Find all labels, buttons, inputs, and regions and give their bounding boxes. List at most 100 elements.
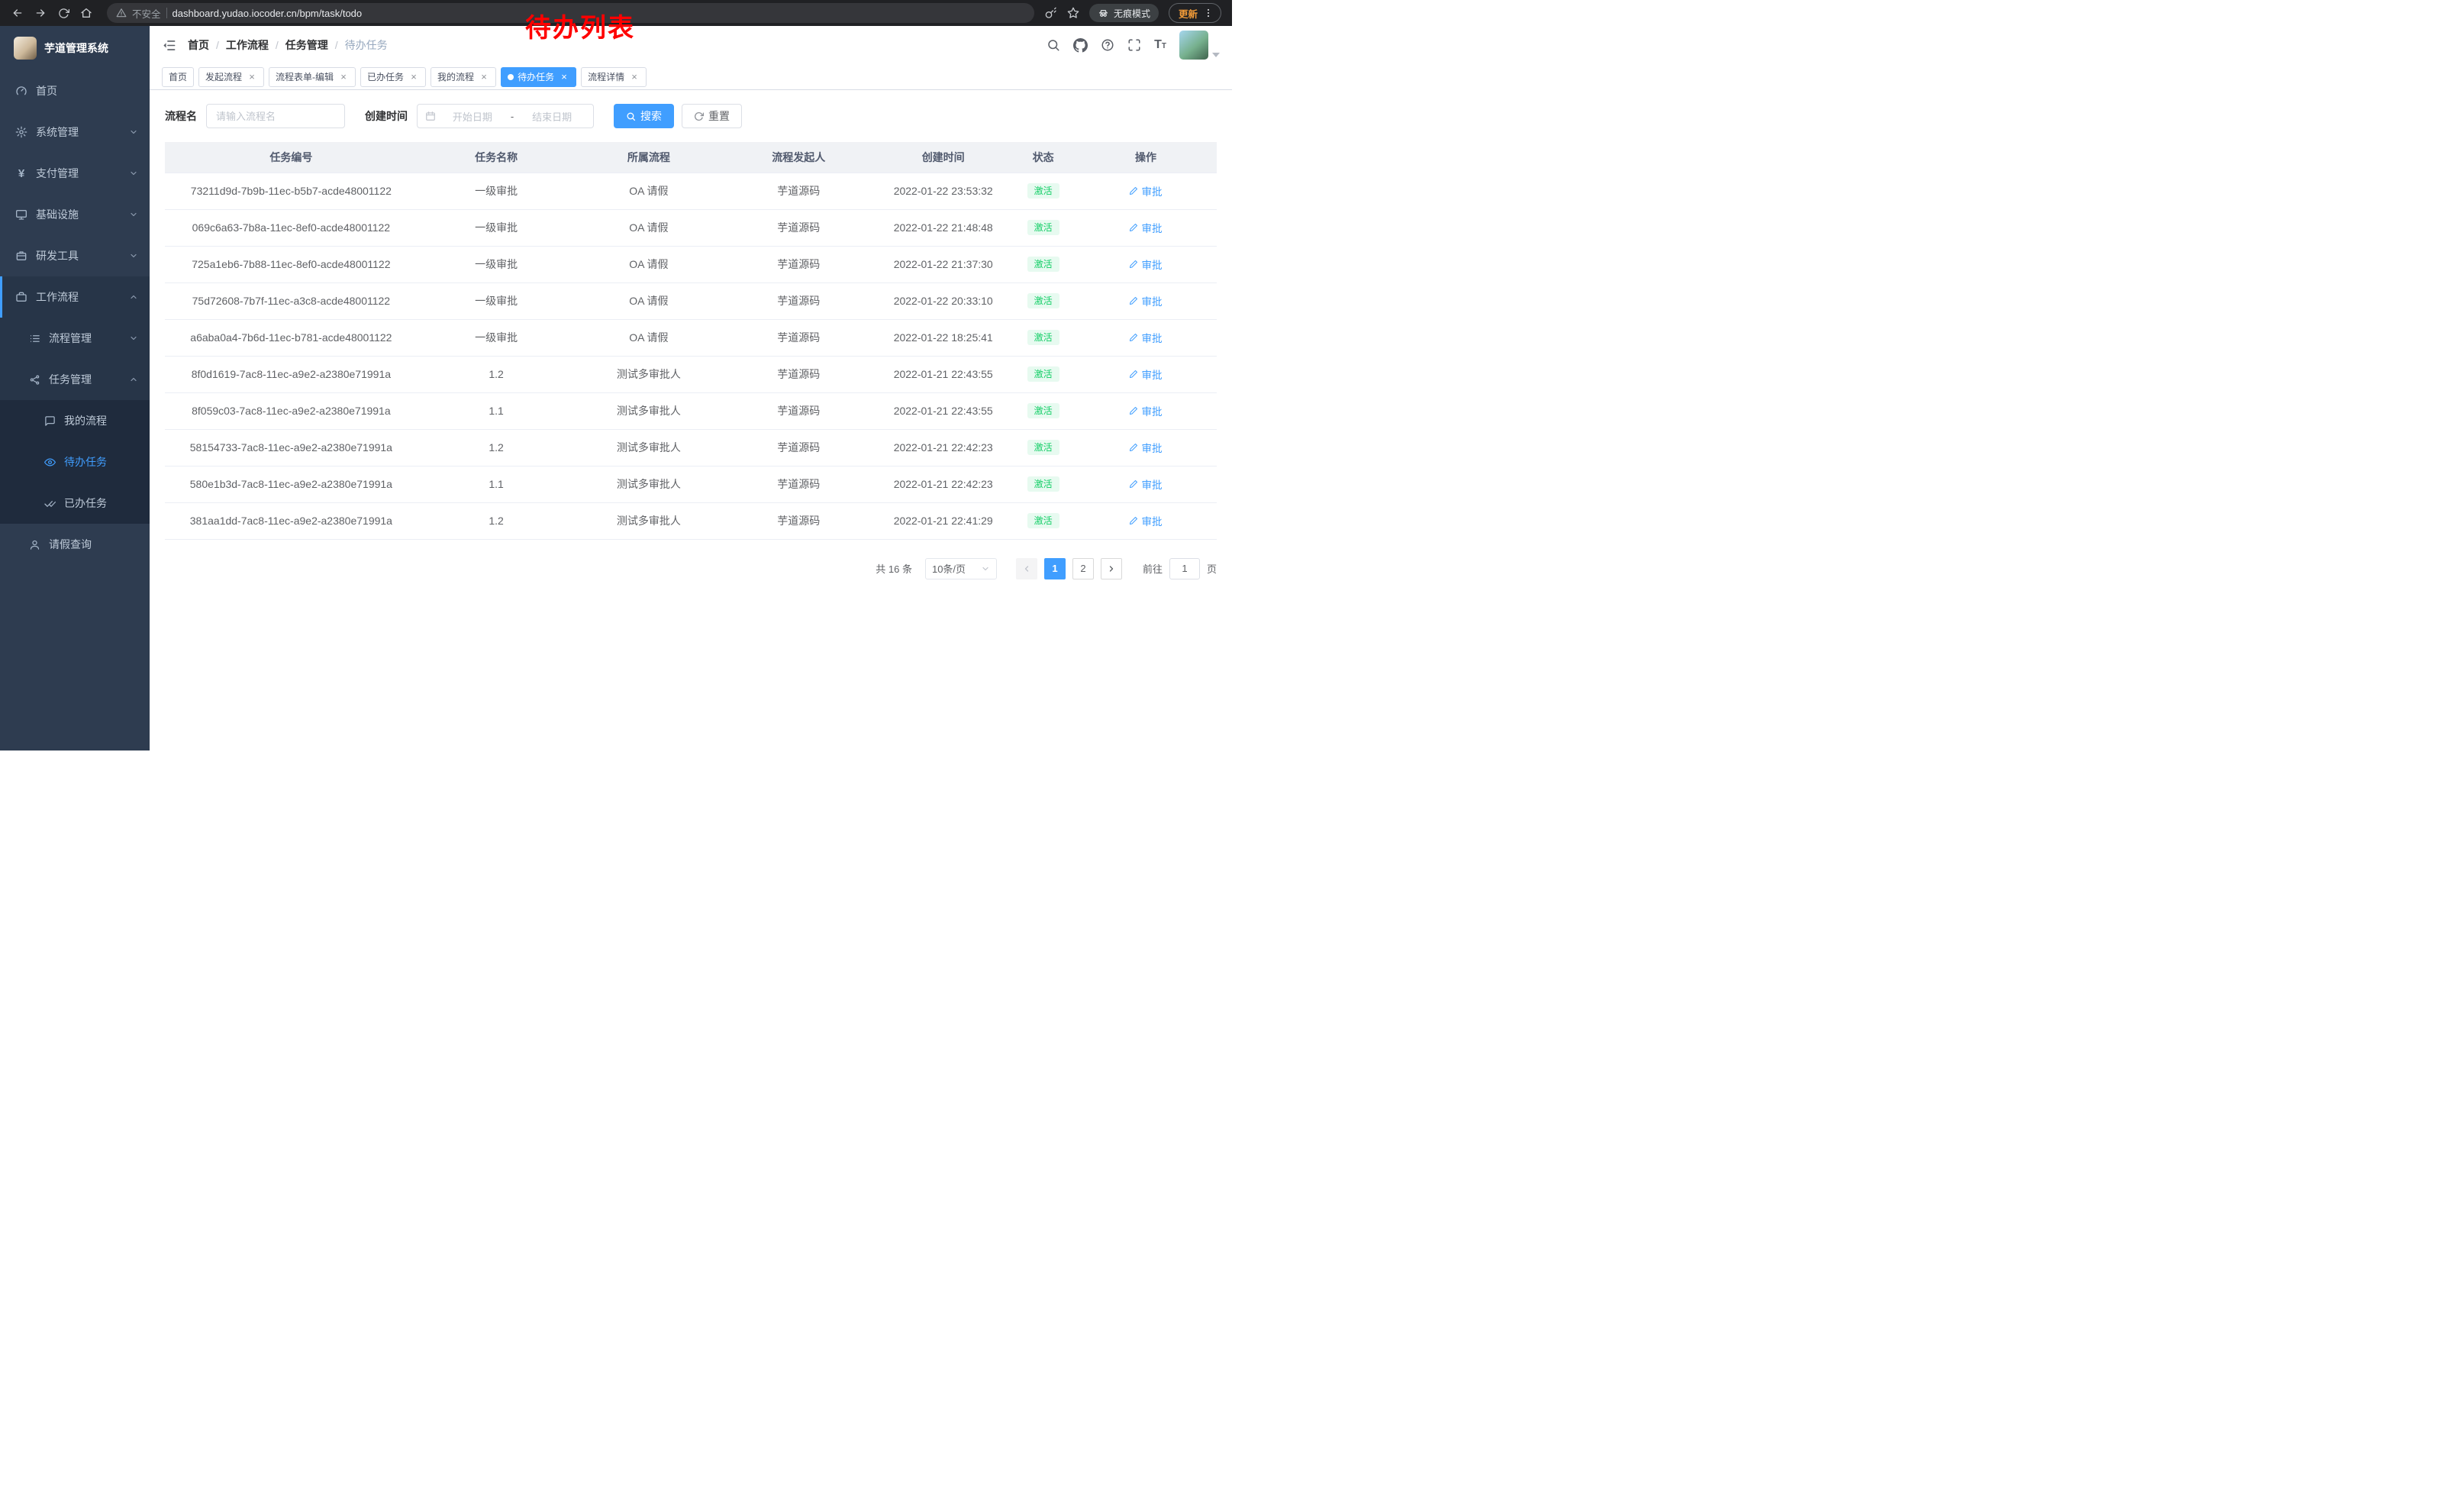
approve-link[interactable]: 审批 (1129, 183, 1162, 199)
sidebar-fold-button[interactable] (162, 38, 176, 53)
approve-link[interactable]: 审批 (1129, 403, 1162, 418)
close-icon[interactable]: × (629, 72, 640, 82)
font-size-icon: T (1154, 38, 1162, 52)
sidebar-item-label: 流程管理 (49, 331, 92, 346)
sidebar-item-infrastructure[interactable]: 基础设施 (0, 194, 150, 235)
avatar[interactable] (1179, 31, 1208, 60)
branch-icon (29, 374, 40, 386)
close-icon[interactable]: × (479, 72, 489, 82)
sidebar-item-label: 首页 (36, 83, 57, 98)
kebab-menu-icon[interactable] (1203, 8, 1214, 18)
close-icon[interactable]: × (559, 72, 569, 82)
chevron-right-icon (1107, 564, 1116, 573)
task-id-cell: 069c6a63-7b8a-11ec-8ef0-acde48001122 (165, 209, 418, 246)
sidebar-item-payment[interactable]: ¥ 支付管理 (0, 153, 150, 194)
approve-link[interactable]: 审批 (1129, 330, 1162, 345)
approve-link[interactable]: 审批 (1129, 440, 1162, 455)
edit-icon (1129, 223, 1138, 232)
edit-icon (1129, 186, 1138, 195)
search-button[interactable]: 搜索 (614, 104, 674, 128)
sidebar-item-my-processes[interactable]: 我的流程 (0, 400, 150, 441)
user-menu[interactable] (1179, 31, 1220, 60)
page-size-select[interactable]: 10条/页 (925, 558, 997, 579)
approve-link[interactable]: 审批 (1129, 293, 1162, 308)
table-row: 73211d9d-7b9b-11ec-b5b7-acde48001122 一级审… (165, 173, 1217, 209)
process-cell: OA 请假 (575, 319, 722, 356)
reset-button[interactable]: 重置 (682, 104, 742, 128)
reset-icon (694, 111, 704, 121)
update-button[interactable]: 更新 (1169, 3, 1221, 23)
pagination: 共 16 条 10条/页 1 2 前往 页 (165, 558, 1217, 579)
approve-link[interactable]: 审批 (1129, 220, 1162, 235)
breadcrumb-home[interactable]: 首页 (188, 37, 209, 53)
table-row: 725a1eb6-7b88-11ec-8ef0-acde48001122 一级审… (165, 246, 1217, 282)
date-range-picker[interactable]: 开始日期 - 结束日期 (417, 104, 594, 128)
dashboard-icon (15, 85, 27, 97)
sidebar-item-done-tasks[interactable]: 已办任务 (0, 483, 150, 524)
sidebar-item-home[interactable]: 首页 (0, 70, 150, 111)
header-search-button[interactable] (1047, 38, 1060, 52)
chevron-down-icon (129, 251, 138, 260)
task-name-cell: 1.1 (418, 466, 576, 502)
help-button[interactable] (1101, 38, 1114, 52)
close-icon[interactable]: × (247, 72, 257, 82)
sidebar-item-devtools[interactable]: 研发工具 (0, 235, 150, 276)
page-button-1[interactable]: 1 (1044, 558, 1066, 579)
bookmark-star-icon[interactable] (1067, 7, 1079, 19)
col-task-id: 任务编号 (165, 142, 418, 173)
approve-link[interactable]: 审批 (1129, 366, 1162, 382)
address-bar[interactable]: 不安全 dashboard.yudao.iocoder.cn/bpm/task/… (107, 3, 1034, 23)
sidebar-item-workflow[interactable]: 工作流程 (0, 276, 150, 318)
sidebar-item-process-management[interactable]: 流程管理 (0, 318, 150, 359)
task-id-cell: 580e1b3d-7ac8-11ec-a9e2-a2380e71991a (165, 466, 418, 502)
table-row: 069c6a63-7b8a-11ec-8ef0-acde48001122 一级审… (165, 209, 1217, 246)
edit-icon (1129, 406, 1138, 415)
back-button[interactable] (8, 3, 27, 23)
refresh-button[interactable] (53, 3, 73, 23)
github-button[interactable] (1073, 38, 1088, 53)
page-button-2[interactable]: 2 (1072, 558, 1094, 579)
sidebar-item-task-management[interactable]: 任务管理 (0, 359, 150, 400)
tab-home[interactable]: 首页 (162, 67, 194, 87)
omnibox-divider (166, 8, 167, 18)
edit-icon (1129, 443, 1138, 452)
created-cell: 2022-01-21 22:43:55 (875, 392, 1011, 429)
table-row: 381aa1dd-7ac8-11ec-a9e2-a2380e71991a 1.2… (165, 502, 1217, 539)
col-task-name: 任务名称 (418, 142, 576, 173)
tab-process-detail[interactable]: 流程详情 × (581, 67, 647, 87)
approve-link[interactable]: 审批 (1129, 513, 1162, 528)
font-size-button[interactable]: TT (1154, 38, 1166, 52)
col-status: 状态 (1011, 142, 1075, 173)
approve-link[interactable]: 审批 (1129, 257, 1162, 272)
edit-icon (1129, 370, 1138, 379)
chevron-up-icon (129, 292, 138, 302)
forward-button[interactable] (31, 3, 50, 23)
tab-my-processes[interactable]: 我的流程 × (431, 67, 496, 87)
tab-start-process[interactable]: 发起流程 × (198, 67, 264, 87)
close-icon[interactable]: × (338, 72, 349, 82)
process-name-input[interactable] (206, 104, 345, 128)
status-badge: 激活 (1027, 513, 1059, 528)
sidebar-item-leave-query[interactable]: 请假查询 (0, 524, 150, 565)
task-name-cell: 一级审批 (418, 319, 576, 356)
breadcrumb-task-management[interactable]: 任务管理 (285, 37, 328, 53)
end-date-placeholder: 结束日期 (518, 109, 585, 124)
goto-page-input[interactable] (1169, 558, 1200, 579)
user-icon (29, 539, 40, 550)
password-key-icon[interactable] (1045, 7, 1057, 19)
prev-page-button[interactable] (1016, 558, 1037, 579)
home-button[interactable] (76, 3, 96, 23)
breadcrumb-workflow[interactable]: 工作流程 (226, 37, 269, 53)
approve-link[interactable]: 审批 (1129, 476, 1162, 492)
next-page-button[interactable] (1101, 558, 1122, 579)
fullscreen-button[interactable] (1127, 38, 1141, 52)
tab-done-tasks[interactable]: 已办任务 × (360, 67, 426, 87)
sidebar-item-todo-tasks[interactable]: 待办任务 (0, 441, 150, 483)
chevron-up-icon (129, 375, 138, 384)
tab-todo-tasks[interactable]: 待办任务 × (501, 67, 576, 87)
close-icon[interactable]: × (408, 72, 419, 82)
tab-process-form-edit[interactable]: 流程表单-编辑 × (269, 67, 356, 87)
goto-label: 前往 (1143, 561, 1163, 576)
sidebar-item-system[interactable]: 系统管理 (0, 111, 150, 153)
task-name-cell: 一级审批 (418, 209, 576, 246)
